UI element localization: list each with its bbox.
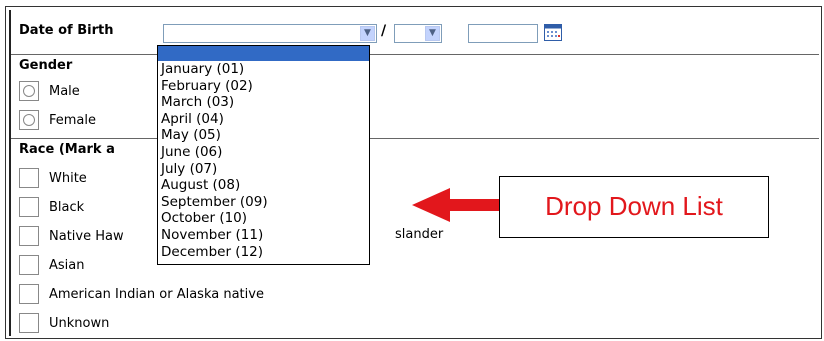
race-option-white[interactable]: White bbox=[19, 168, 87, 188]
month-option[interactable]: March (03) bbox=[158, 94, 369, 111]
form-body: Date of Birth ▼ / ▼ Gender Male Female R… bbox=[9, 10, 819, 336]
race-option-asian[interactable]: Asian bbox=[19, 255, 84, 275]
radio-button[interactable] bbox=[19, 81, 39, 101]
radio-button[interactable] bbox=[19, 110, 39, 130]
option-label: Asian bbox=[49, 257, 85, 273]
race-option-unknown[interactable]: Unknown bbox=[19, 313, 109, 333]
month-option[interactable]: April (04) bbox=[158, 111, 369, 128]
race-option-native-hawaiian[interactable]: Native Haw slander bbox=[19, 226, 443, 246]
month-select[interactable]: ▼ bbox=[163, 24, 377, 43]
checkbox[interactable] bbox=[19, 313, 39, 333]
option-label: Black bbox=[49, 199, 85, 215]
month-option[interactable]: December (12) bbox=[158, 244, 369, 261]
month-option[interactable]: August (08) bbox=[158, 177, 369, 194]
checkbox[interactable] bbox=[19, 284, 39, 304]
date-separator: / bbox=[381, 23, 387, 39]
month-option[interactable]: May (05) bbox=[158, 127, 369, 144]
gender-section: Gender Male Female bbox=[11, 54, 819, 139]
form-frame: Date of Birth ▼ / ▼ Gender Male Female R… bbox=[5, 6, 822, 339]
year-input[interactable] bbox=[468, 24, 538, 43]
option-label: Unknown bbox=[49, 315, 110, 331]
gender-option-male[interactable]: Male bbox=[19, 81, 80, 101]
chevron-down-icon[interactable]: ▼ bbox=[425, 26, 440, 41]
checkbox[interactable] bbox=[19, 255, 39, 275]
month-option[interactable]: January (01) bbox=[158, 61, 369, 78]
chevron-down-icon[interactable]: ▼ bbox=[360, 26, 375, 41]
checkbox[interactable] bbox=[19, 226, 39, 246]
dob-row: Date of Birth ▼ / ▼ bbox=[11, 10, 819, 55]
month-option[interactable]: October (10) bbox=[158, 210, 369, 227]
option-label: Male bbox=[49, 83, 80, 99]
month-dropdown-list[interactable]: January (01) February (02) March (03) Ap… bbox=[157, 45, 370, 265]
month-option[interactable]: July (07) bbox=[158, 161, 369, 178]
race-section: Race (Mark a White Black Native Haw slan… bbox=[11, 138, 819, 338]
day-select[interactable]: ▼ bbox=[394, 24, 442, 43]
month-option[interactable]: February (02) bbox=[158, 78, 369, 95]
option-label: American Indian or Alaska native bbox=[49, 286, 264, 302]
gender-label: Gender bbox=[19, 58, 73, 73]
month-option[interactable]: November (11) bbox=[158, 227, 369, 244]
option-label: Female bbox=[49, 112, 97, 128]
checkbox[interactable] bbox=[19, 168, 39, 188]
month-option[interactable]: June (06) bbox=[158, 144, 369, 161]
race-option-american-indian[interactable]: American Indian or Alaska native bbox=[19, 284, 264, 304]
race-option-black[interactable]: Black bbox=[19, 197, 84, 217]
dropdown-blank-option[interactable] bbox=[158, 46, 369, 61]
dob-label: Date of Birth bbox=[19, 23, 114, 38]
option-label: White bbox=[49, 170, 87, 186]
gender-option-female[interactable]: Female bbox=[19, 110, 96, 130]
option-label: Native Haw bbox=[49, 228, 124, 244]
option-label-tail: slander bbox=[395, 227, 444, 242]
left-arrow-icon bbox=[412, 188, 500, 222]
checkbox[interactable] bbox=[19, 197, 39, 217]
callout-label: Drop Down List bbox=[499, 176, 769, 238]
calendar-icon[interactable] bbox=[544, 24, 562, 41]
race-label: Race (Mark a bbox=[19, 142, 115, 157]
month-option[interactable]: September (09) bbox=[158, 194, 369, 211]
